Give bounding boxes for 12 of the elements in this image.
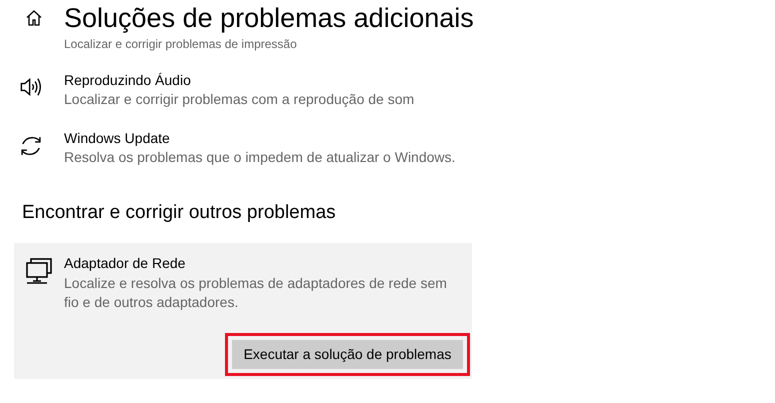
item-description: Localizar e corrigir problemas com a reprodução de som — [64, 90, 414, 108]
item-title[interactable]: Reproduzindo Áudio — [64, 70, 414, 90]
item-description: Localizar e corrigir problemas de impressão — [63, 36, 298, 53]
card-title: Adaptador de Rede — [64, 254, 186, 273]
item-description: Resolva os problemas que o impedem de atualizar o Windows. — [64, 148, 456, 166]
section-heading: Encontrar e corrigir outros problemas — [21, 201, 337, 225]
item-title[interactable]: Windows Update — [64, 128, 456, 148]
run-troubleshooter-button[interactable]: Executar a solução de problemas — [232, 340, 463, 369]
card-description: Localize e resolva os problemas de adaptadores de rede sem fio e de outros adaptadores. — [64, 274, 448, 312]
home-icon[interactable] — [25, 9, 43, 27]
page-title: Soluções de problemas adicionais — [64, 2, 474, 35]
monitors-icon — [25, 257, 53, 285]
